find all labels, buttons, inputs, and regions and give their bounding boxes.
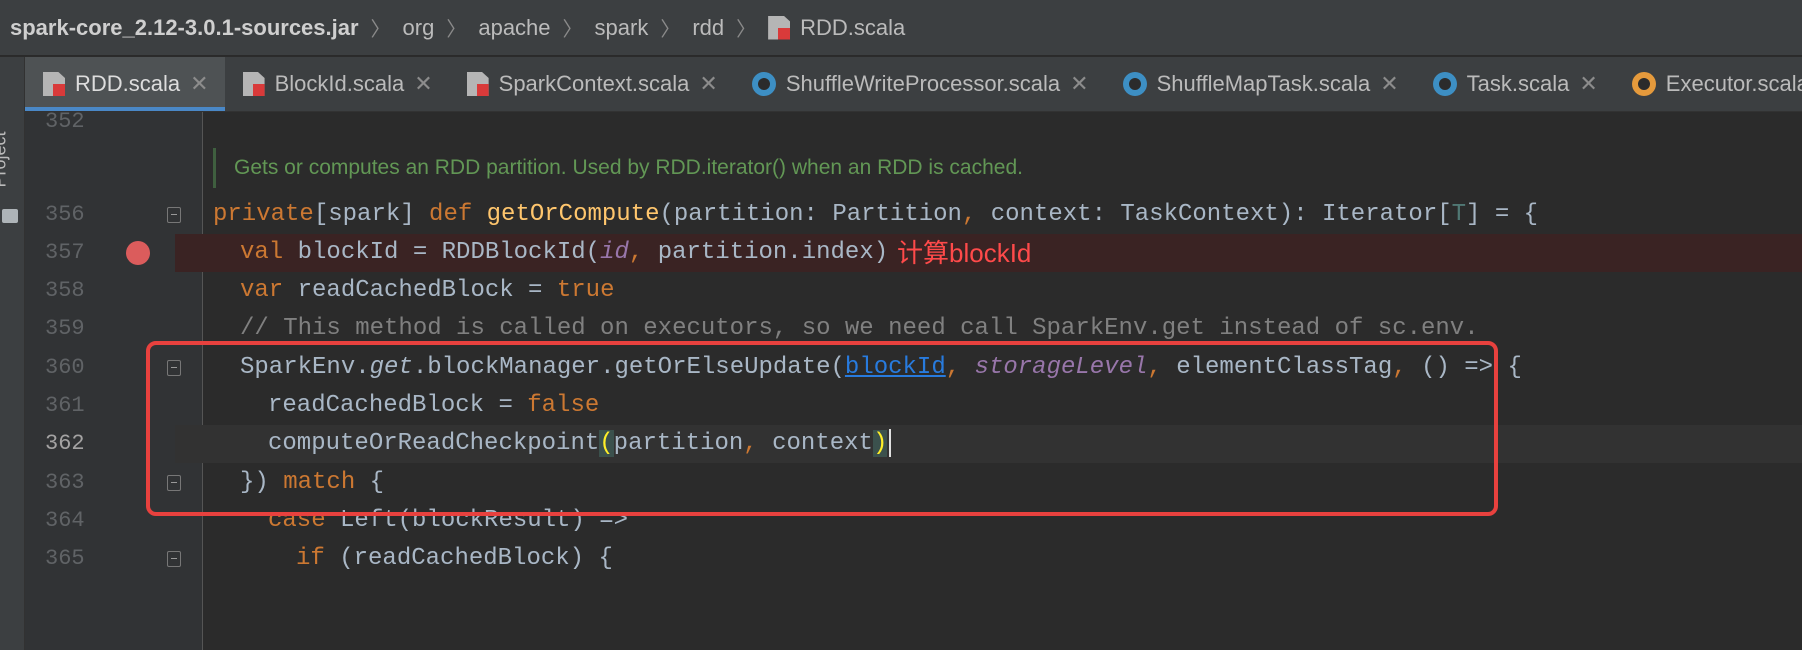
line-number: 361	[45, 393, 85, 418]
breadcrumb-org[interactable]: org	[403, 15, 435, 41]
line-number: 358	[45, 278, 85, 303]
code-line[interactable]: 352	[25, 103, 1802, 141]
keyword: if	[296, 545, 340, 572]
project-tool-strip: Project	[0, 57, 25, 650]
tab-label: RDD.scala	[75, 71, 181, 96]
tab-label: SparkContext.scala	[498, 71, 690, 96]
field-ref: id	[600, 239, 629, 266]
breadcrumb-separator: 〉	[562, 19, 583, 41]
line-number: 357	[45, 240, 85, 265]
code-line[interactable]: 356 private[spark] def getOrCompute(part…	[25, 196, 1802, 234]
class-icon	[751, 72, 776, 96]
code-text: val blockId = RDDBlockId(id, partition.i…	[240, 234, 888, 272]
scala-file-icon	[242, 72, 265, 96]
folder-icon[interactable]	[2, 209, 18, 223]
breadcrumb-rdd[interactable]: rdd	[692, 15, 724, 41]
annotation-label: 计算blockId	[897, 238, 1032, 268]
punctuation: ,	[628, 239, 658, 266]
project-tool-button[interactable]: Project	[0, 131, 11, 187]
code-token: [spark]	[313, 201, 430, 228]
class-icon	[1432, 72, 1457, 96]
close-icon[interactable]: ✕	[414, 71, 432, 97]
code-token: readCachedBlock =	[297, 277, 557, 304]
line-number: 356	[45, 202, 85, 227]
code-text: var readCachedBlock = true	[240, 272, 614, 310]
scala-file-icon	[768, 15, 791, 40]
breakpoint-icon[interactable]	[126, 241, 150, 265]
code-token: context: TaskContext): Iterator[	[990, 201, 1452, 228]
tab-label: Task.scala	[1466, 71, 1570, 96]
code-line[interactable]: 358 var readCachedBlock = true	[25, 272, 1802, 310]
breadcrumb-apache[interactable]: apache	[478, 15, 550, 41]
tab-label: ShuffleMapTask.scala	[1156, 71, 1371, 96]
scala-file-icon	[466, 72, 489, 96]
function-name: getOrCompute	[486, 201, 660, 228]
code-text: private[spark] def getOrCompute(partitio…	[213, 196, 1538, 234]
close-icon[interactable]: ✕	[190, 71, 208, 97]
code-line[interactable]: 365 if (readCachedBlock) {	[25, 540, 1802, 578]
class-icon	[1122, 72, 1147, 96]
close-icon[interactable]: ✕	[1380, 71, 1398, 97]
breadcrumb-file[interactable]: RDD.scala	[800, 15, 905, 41]
code-token: blockId = RDDBlockId(	[297, 239, 601, 266]
breadcrumb-separator: 〉	[370, 19, 391, 41]
tab-label: Executor.scala	[1665, 71, 1802, 96]
line-number: 363	[45, 470, 85, 495]
close-icon[interactable]: ✕	[1579, 71, 1597, 97]
code-token: ] = {	[1466, 201, 1539, 228]
line-number: 365	[45, 546, 85, 571]
code-token: (readCachedBlock) {	[339, 545, 613, 572]
tab-label: ShuffleWriteProcessor.scala	[785, 71, 1061, 96]
breadcrumb-separator: 〉	[446, 19, 467, 41]
line-number: 364	[45, 508, 85, 533]
breadcrumb-spark[interactable]: spark	[595, 15, 649, 41]
line-number: 352	[45, 109, 85, 134]
code-token: partition.index)	[657, 239, 889, 266]
punctuation: ,	[961, 201, 991, 228]
type-param: T	[1451, 201, 1467, 228]
line-number: 362	[45, 431, 85, 456]
keyword: true	[556, 277, 615, 304]
keyword: val	[240, 239, 298, 266]
keyword: def	[429, 201, 487, 228]
class-icon	[1631, 72, 1656, 96]
line-number: 360	[45, 355, 85, 380]
fold-icon[interactable]	[167, 551, 181, 567]
close-icon[interactable]: ✕	[1070, 71, 1088, 97]
breadcrumb-separator: 〉	[736, 19, 757, 41]
code-token: (partition: Partition	[659, 201, 962, 228]
code-editor[interactable]: 352 Gets or computes an RDD partition. U…	[25, 109, 1802, 650]
code-line[interactable]: 357 val blockId = RDDBlockId(id, partiti…	[25, 234, 1802, 272]
close-icon[interactable]: ✕	[699, 71, 717, 97]
keyword: private	[213, 201, 314, 228]
breadcrumb-separator: 〉	[660, 19, 681, 41]
breadcrumb: spark-core_2.12-3.0.1-sources.jar 〉 org …	[0, 0, 1802, 56]
line-number: 359	[45, 316, 85, 341]
doc-comment: Gets or computes an RDD partition. Used …	[213, 148, 1023, 188]
fold-icon[interactable]	[167, 207, 181, 223]
code-text: if (readCachedBlock) {	[296, 540, 613, 578]
tab-label: BlockId.scala	[274, 71, 405, 96]
breadcrumb-jar[interactable]: spark-core_2.12-3.0.1-sources.jar	[10, 15, 359, 41]
scala-file-icon	[43, 72, 65, 96]
highlight-box	[146, 341, 1498, 516]
keyword: var	[240, 277, 298, 304]
